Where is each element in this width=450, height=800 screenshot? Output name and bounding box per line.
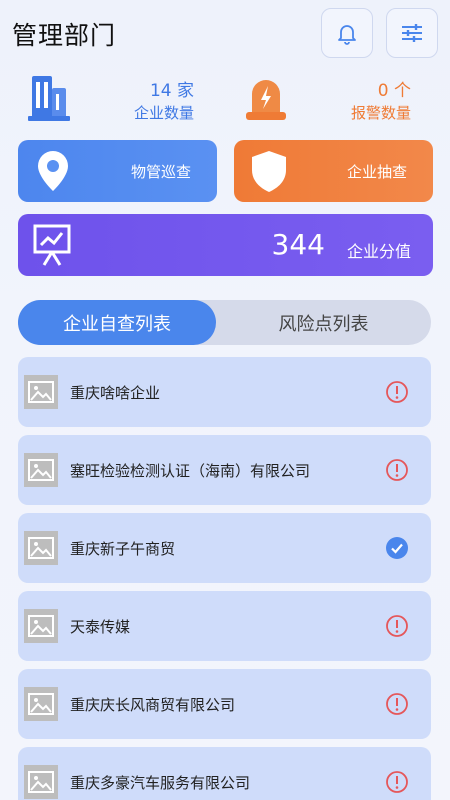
building-icon xyxy=(28,76,70,121)
list-item-name: 塞旺检验检测认证（海南）有限公司 xyxy=(70,462,311,480)
header: 管理部门 xyxy=(0,0,450,70)
list-item-name: 重庆庆长风商贸有限公司 xyxy=(70,696,236,714)
filter-button[interactable] xyxy=(386,8,438,58)
patrol-button[interactable]: 物管巡查 xyxy=(18,140,217,202)
enterprise-count-value: 14 家 xyxy=(149,81,194,101)
image-placeholder-icon xyxy=(24,531,58,565)
image-placeholder-icon xyxy=(24,687,58,721)
page-title: 管理部门 xyxy=(12,21,117,50)
image-placeholder-icon xyxy=(24,453,58,487)
alarm-count-stat: 0 个 报警数量 xyxy=(243,70,411,130)
filter-sliders-icon xyxy=(402,24,422,42)
list-item-name: 重庆多豪汽车服务有限公司 xyxy=(70,774,251,792)
image-placeholder-icon xyxy=(24,765,58,799)
tab-self-check-list[interactable]: 企业自查列表 xyxy=(18,300,216,345)
image-placeholder-icon xyxy=(24,375,58,409)
alarm-light-icon xyxy=(246,80,286,120)
list-item[interactable]: 重庆啥啥企业 xyxy=(18,357,431,427)
warning-icon xyxy=(386,771,408,793)
bell-icon xyxy=(338,25,356,45)
patrol-label: 物管巡查 xyxy=(130,163,191,181)
presentation-chart-icon xyxy=(33,224,71,266)
score-label: 企业分值 xyxy=(346,242,411,261)
list-item[interactable]: 重庆庆长风商贸有限公司 xyxy=(18,669,431,739)
warning-icon xyxy=(386,693,408,715)
shield-icon xyxy=(252,151,286,192)
spot-check-label: 企业抽查 xyxy=(346,163,407,181)
list-item-name: 天泰传媒 xyxy=(70,618,131,636)
warning-icon xyxy=(386,381,408,403)
warning-icon xyxy=(386,615,408,637)
notifications-button[interactable] xyxy=(321,8,373,58)
spot-check-button[interactable]: 企业抽查 xyxy=(234,140,433,202)
list-item-name: 重庆新子午商贸 xyxy=(70,540,176,558)
warning-icon xyxy=(386,459,408,481)
alarm-count-value: 0 个 xyxy=(377,81,411,101)
check-circle-icon xyxy=(386,537,408,559)
image-placeholder-icon xyxy=(24,609,58,643)
location-pin-icon xyxy=(38,151,68,191)
alarm-count-label: 报警数量 xyxy=(350,104,411,122)
list-item[interactable]: 塞旺检验检测认证（海南）有限公司 xyxy=(18,435,431,505)
tab-risk-point-list[interactable]: 风险点列表 xyxy=(216,300,431,345)
list-item-name: 重庆啥啥企业 xyxy=(70,384,161,402)
list-item[interactable]: 重庆新子午商贸 xyxy=(18,513,431,583)
list-item[interactable]: 重庆多豪汽车服务有限公司 xyxy=(18,747,431,800)
score-value: 344 xyxy=(271,228,325,261)
enterprise-count-stat: 14 家 企业数量 xyxy=(26,70,194,130)
list-item[interactable]: 天泰传媒 xyxy=(18,591,431,661)
list-tabs: 企业自查列表 风险点列表 xyxy=(18,300,431,345)
enterprise-score-card[interactable]: 344 企业分值 xyxy=(18,214,433,276)
enterprise-count-label: 企业数量 xyxy=(133,104,194,122)
